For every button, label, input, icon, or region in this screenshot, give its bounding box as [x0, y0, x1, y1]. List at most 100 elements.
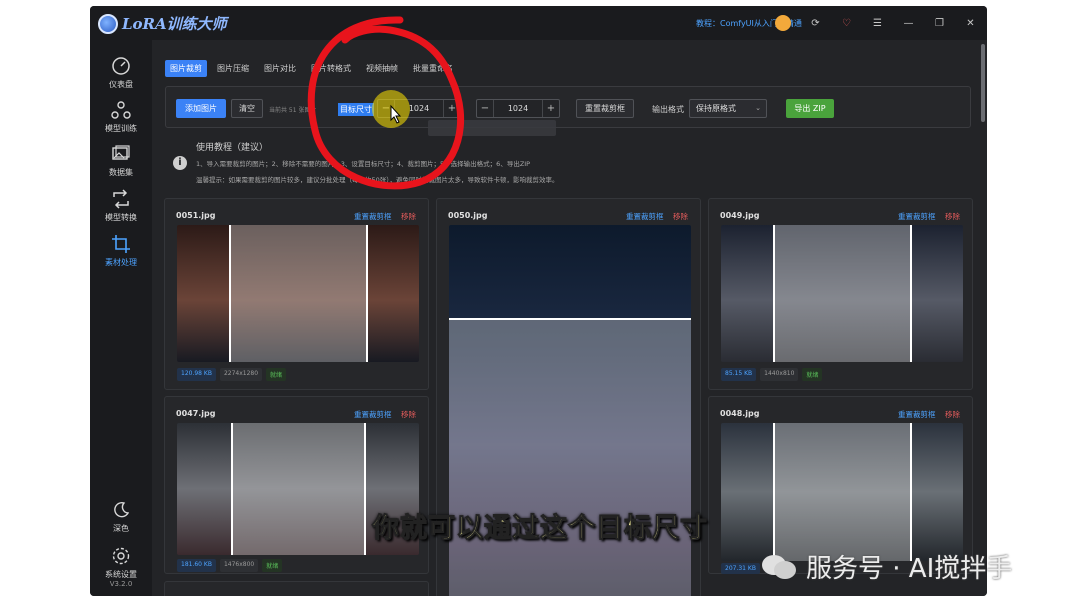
file-size-badge: 120.98 KB [177, 368, 216, 381]
image-card: 0047.jpg 重置裁剪框 移除 181.60 KB 1476x800 就绪 [164, 396, 429, 574]
heart-icon[interactable]: ♡ [840, 17, 853, 30]
crop-icon [112, 235, 130, 253]
user-avatar[interactable] [775, 15, 791, 31]
chevron-down-icon: ⌄ [755, 104, 761, 112]
dimensions-badge: 2274x1280 [219, 368, 263, 381]
sidebar-item-label: 模型训练 [105, 124, 137, 133]
file-size-badge: 85.15 KB [721, 368, 757, 381]
image-preview[interactable] [721, 225, 963, 362]
image-card-partial [164, 581, 429, 596]
minus-icon[interactable]: − [378, 100, 394, 117]
version-label: V3.2.0 [109, 580, 133, 588]
crop-box[interactable] [229, 225, 368, 362]
image-meta: 120.98 KB 2274x1280 就绪 [177, 368, 287, 381]
tab-image-crop[interactable]: 图片裁剪 [165, 60, 207, 77]
crop-box[interactable] [773, 225, 912, 362]
file-size-badge: 181.60 KB [177, 559, 216, 572]
card-reset-crop-button[interactable]: 重置裁剪框 [354, 211, 392, 222]
status-badge: 就绪 [262, 559, 283, 572]
video-subtitle: 你就可以通过这个目标尺寸 [372, 513, 708, 545]
tab-image-compare[interactable]: 图片对比 [259, 60, 301, 77]
status-badge: 就绪 [266, 368, 287, 381]
tab-image-convert[interactable]: 图片转格式 [306, 60, 356, 77]
gear-icon [112, 547, 130, 565]
height-value[interactable]: 1024 [493, 100, 543, 117]
sidebar-item-dashboard[interactable]: 仪表盘 [90, 56, 152, 90]
image-meta: 207.31 KB [721, 563, 760, 574]
crop-box[interactable] [449, 318, 691, 596]
convert-icon [113, 189, 129, 209]
clear-button[interactable]: 清空 [231, 99, 263, 118]
output-format-value: 保持原格式 [696, 104, 736, 113]
window-controls: ⟳ ♡ ☰ — ❐ ✕ [775, 15, 977, 31]
restore-icon[interactable]: ❐ [933, 17, 946, 30]
app-logo: LoRA训练大师 [98, 13, 227, 34]
output-format-select[interactable]: 保持原格式 ⌄ [689, 99, 767, 118]
sidebar-item-dataset[interactable]: 数据集 [90, 144, 152, 178]
tooltip [428, 120, 556, 136]
card-remove-button[interactable]: 移除 [401, 409, 416, 420]
add-images-button[interactable]: 添加图片 [176, 99, 226, 118]
sidebar-item-settings[interactable]: 系统设置 V3.2.0 [90, 546, 152, 588]
dimensions-badge: 1440x810 [760, 368, 799, 381]
card-reset-crop-button[interactable]: 重置裁剪框 [626, 211, 664, 222]
sidebar-item-model-convert[interactable]: 模型转换 [90, 189, 152, 223]
sidebar-item-model-training[interactable]: 模型训练 [90, 100, 152, 134]
app-title: LoRA训练大师 [122, 15, 227, 33]
sidebar-item-label: 素材处理 [105, 258, 137, 267]
image-filename: 0051.jpg [176, 211, 216, 220]
guide-steps: 1、导入需要裁剪的图片；2、移除不需要的图片；3、设置目标尺寸；4、裁剪图片；5… [196, 160, 531, 168]
info-icon: i [173, 156, 187, 170]
sidebar-item-material[interactable]: 素材处理 [90, 234, 152, 268]
image-filename: 0048.jpg [720, 409, 760, 418]
guide-tip: 温馨提示：如果需要裁剪的图片较多，建议分批处理（每次约50张），避免同时加载图片… [196, 176, 559, 184]
title-bar: LoRA训练大师 教程：ComfyUI从入门到精通 ⟳ ♡ ☰ — ❐ ✕ [90, 6, 987, 40]
image-card: 0051.jpg 重置裁剪框 移除 120.98 KB 2274x1280 就绪 [164, 198, 429, 390]
tab-video-frames[interactable]: 视频抽帧 [361, 60, 403, 77]
image-preview[interactable] [177, 225, 419, 362]
width-stepper[interactable]: − 1024 + [377, 99, 461, 118]
image-meta: 181.60 KB 1476x800 就绪 [177, 559, 283, 572]
height-stepper[interactable]: − 1024 + [476, 99, 560, 118]
scrollbar[interactable] [981, 44, 985, 122]
image-card: 0049.jpg 重置裁剪框 移除 85.15 KB 1440x810 就绪 [708, 198, 973, 390]
tab-image-compress[interactable]: 图片压缩 [212, 60, 254, 77]
usage-guide: i 使用教程（建议） 1、导入需要裁剪的图片；2、移除不需要的图片；3、设置目标… [165, 136, 971, 192]
sidebar-item-label: 数据集 [109, 168, 133, 177]
gauge-icon [112, 57, 130, 75]
card-remove-button[interactable]: 移除 [945, 409, 960, 420]
image-count: 当前共 51 张图片 [269, 107, 317, 114]
tab-batch-rename[interactable]: 批量重命名 [408, 60, 458, 77]
width-value[interactable]: 1024 [394, 100, 444, 117]
guide-title: 使用教程（建议） [196, 143, 269, 153]
sidebar-item-label: 模型转换 [105, 213, 137, 222]
image-filename: 0047.jpg [176, 409, 216, 418]
minimize-icon[interactable]: — [902, 17, 915, 30]
status-badge: 就绪 [802, 368, 823, 381]
minus-icon[interactable]: − [477, 100, 493, 117]
card-reset-crop-button[interactable]: 重置裁剪框 [898, 409, 936, 420]
card-remove-button[interactable]: 移除 [673, 211, 688, 222]
logo-badge-icon [98, 13, 118, 34]
file-size-badge: 207.31 KB [721, 563, 760, 574]
sidebar-item-label: 仪表盘 [109, 80, 133, 89]
card-reset-crop-button[interactable]: 重置裁剪框 [354, 409, 392, 420]
image-filename: 0050.jpg [448, 211, 488, 220]
card-reset-crop-button[interactable]: 重置裁剪框 [898, 211, 936, 222]
card-remove-button[interactable]: 移除 [401, 211, 416, 222]
image-meta: 85.15 KB 1440x810 就绪 [721, 368, 823, 381]
wechat-icon [762, 554, 796, 579]
reset-crop-button[interactable]: 重置裁剪框 [576, 99, 634, 118]
dimensions-badge: 1476x800 [219, 559, 259, 572]
close-icon[interactable]: ✕ [964, 17, 977, 30]
export-zip-button[interactable]: 导出 ZIP [786, 99, 834, 118]
plus-icon[interactable]: + [543, 100, 559, 117]
network-icon [111, 101, 131, 119]
plus-icon[interactable]: + [444, 100, 460, 117]
tab-bar: 图片裁剪 图片压缩 图片对比 图片转格式 视频抽帧 批量重命名 [165, 60, 458, 77]
menu-icon[interactable]: ☰ [871, 17, 884, 30]
card-remove-button[interactable]: 移除 [945, 211, 960, 222]
refresh-icon[interactable]: ⟳ [809, 17, 822, 30]
output-format-label: 输出格式 [652, 105, 684, 114]
watermark: 服务号 · AI搅拌手 [760, 548, 1012, 585]
